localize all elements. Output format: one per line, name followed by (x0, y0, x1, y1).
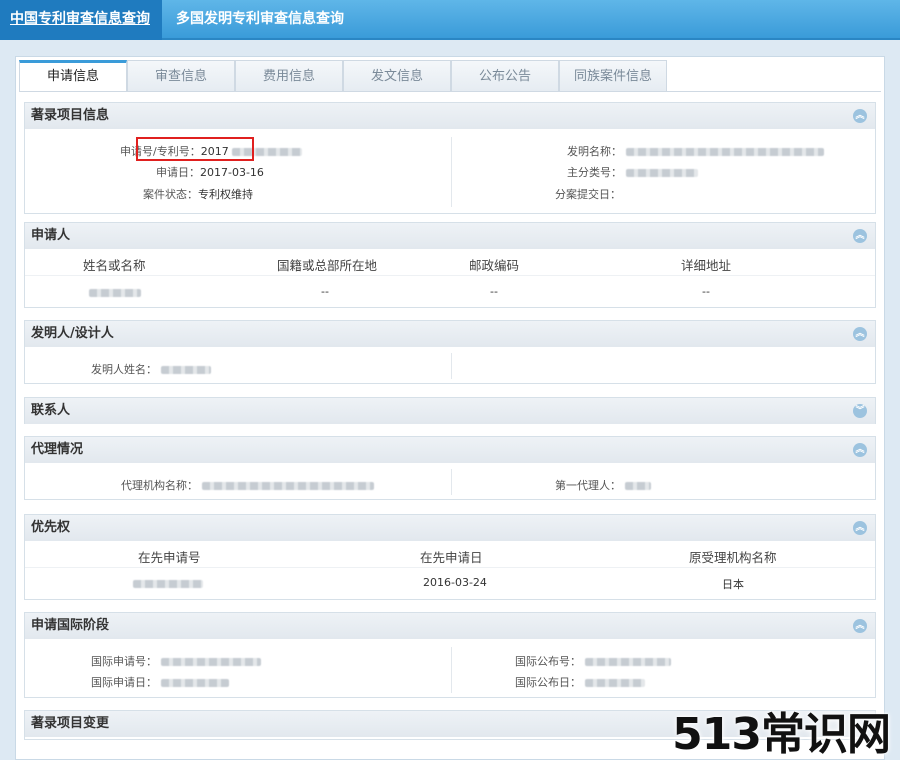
section-title: 发明人/设计人 ︽ (25, 321, 875, 347)
intl-pub-date-label: 国际公布日： (515, 676, 581, 689)
status-highlight-box (136, 137, 254, 161)
address-cell: -- (702, 285, 710, 298)
first-agent-row: 第一代理人： (555, 477, 651, 493)
section-title: 代理情况 ︽ (25, 437, 875, 463)
tab-underline (19, 91, 881, 92)
intl-app-date-label: 国际申请日： (91, 676, 157, 689)
redacted-text (584, 658, 671, 666)
section-title-text: 代理情况 (31, 442, 84, 457)
section-title-text: 著录项目变更 (31, 716, 110, 731)
app-date-label: 申请日： (156, 166, 200, 179)
chevron-up-circle-icon[interactable]: ︽ (853, 229, 867, 243)
tab-publication[interactable]: 公布公告 (451, 60, 559, 92)
col-header-address: 详细地址 (681, 258, 732, 273)
prior-app-no-cell (133, 577, 203, 590)
app-date-value: 2017-03-16 (200, 166, 264, 179)
section-title: 联系人 ︾ (25, 398, 875, 424)
section-contact: 联系人 ︾ (24, 397, 876, 424)
inventor-name-label: 发明人姓名： (91, 363, 157, 376)
section-applicant: 申请人 ︽ 姓名或名称 国籍或总部所在地 邮政编码 详细地址 -- -- -- (24, 222, 876, 308)
col-header-prior-app-no: 在先申请号 (138, 550, 201, 565)
row-divider (25, 567, 875, 568)
divisional-date-row: 分案提交日： (555, 186, 621, 202)
redacted-text (133, 580, 203, 588)
section-title-text: 申请人 (31, 228, 71, 243)
column-divider (451, 353, 452, 379)
col-header-name: 姓名或名称 (83, 258, 146, 273)
intl-pub-date-row: 国际公布日： (515, 674, 645, 690)
col-header-postcode: 邮政编码 (469, 258, 520, 273)
column-divider (451, 137, 452, 207)
status-row: 案件状态：专利权维持 (143, 186, 253, 202)
col-header-prior-app-date: 在先申请日 (420, 550, 483, 565)
section-title-text: 申请国际阶段 (31, 618, 110, 633)
row-divider (25, 275, 875, 276)
tab-examination-info[interactable]: 审查信息 (127, 60, 235, 92)
col-header-nationality: 国籍或总部所在地 (277, 258, 378, 273)
section-title-text: 著录项目信息 (31, 108, 110, 123)
applicant-name-cell (89, 286, 141, 299)
redacted-text (625, 169, 698, 177)
content-panel: 申请信息 审查信息 费用信息 发文信息 公布公告 同族案件信息 著录项目信息 ︽… (15, 56, 885, 760)
invention-name-label: 发明名称： (567, 145, 622, 158)
tab-family-cases[interactable]: 同族案件信息 (559, 60, 667, 92)
col-header-receiving-office: 原受理机构名称 (689, 550, 777, 565)
section-agency: 代理情况 ︽ 代理机构名称： 第一代理人： (24, 436, 876, 500)
section-inventor: 发明人/设计人 ︽ 发明人姓名： (24, 320, 876, 384)
tab-multinational-patent-query[interactable]: 多国发明专利审查信息查询 (166, 0, 354, 40)
column-divider (451, 469, 452, 495)
status-value: 专利权维持 (198, 188, 253, 201)
chevron-up-circle-icon[interactable]: ︽ (853, 109, 867, 123)
redacted-text (89, 289, 141, 297)
redacted-text (160, 366, 211, 374)
redacted-text (160, 679, 229, 687)
tab-fee-info[interactable]: 费用信息 (235, 60, 343, 92)
nationality-cell: -- (321, 285, 329, 298)
receiving-office-cell: 日本 (722, 578, 744, 591)
section-title-text: 联系人 (31, 403, 71, 418)
section-title: 申请人 ︽ (25, 223, 875, 249)
chevron-down-circle-icon[interactable]: ︾ (853, 404, 867, 418)
chevron-up-circle-icon[interactable]: ︽ (853, 521, 867, 535)
section-title: 优先权 ︽ (25, 515, 875, 541)
redacted-text (584, 679, 645, 687)
redacted-text (625, 148, 824, 156)
inventor-name-row: 发明人姓名： (91, 361, 211, 377)
redacted-text (160, 658, 261, 666)
intl-app-no-label: 国际申请号： (91, 655, 157, 668)
prior-app-date-cell: 2016-03-24 (423, 576, 487, 589)
invention-name-row: 发明名称： (567, 143, 824, 159)
intl-app-date-row: 国际申请日： (91, 674, 229, 690)
top-nav-bar: 中国专利审查信息查询 多国发明专利审查信息查询 (0, 0, 900, 40)
postcode-cell: -- (490, 285, 498, 298)
agency-name-row: 代理机构名称： (121, 477, 374, 493)
divisional-date-label: 分案提交日： (555, 188, 621, 201)
intl-app-no-row: 国际申请号： (91, 653, 261, 669)
tab-application-info[interactable]: 申请信息 (19, 60, 127, 92)
section-title: 著录项目信息 ︽ (25, 103, 875, 129)
section-title-text: 发明人/设计人 (31, 326, 114, 341)
agency-name-label: 代理机构名称： (121, 479, 198, 492)
site-watermark: 513常识网 (672, 709, 891, 760)
chevron-up-circle-icon[interactable]: ︽ (853, 443, 867, 457)
tab-china-patent-query[interactable]: 中国专利审查信息查询 (0, 0, 162, 40)
main-class-row: 主分类号： (567, 164, 698, 180)
section-title-text: 优先权 (31, 520, 71, 535)
chevron-up-circle-icon[interactable]: ︽ (853, 619, 867, 633)
app-date-row: 申请日：2017-03-16 (156, 164, 264, 180)
redacted-text (201, 482, 374, 490)
intl-pub-no-label: 国际公布号： (515, 655, 581, 668)
intl-pub-no-row: 国际公布号： (515, 653, 671, 669)
main-class-label: 主分类号： (567, 166, 622, 179)
status-label: 案件状态： (143, 188, 198, 201)
section-title: 申请国际阶段 ︽ (25, 613, 875, 639)
section-international-phase: 申请国际阶段 ︽ 国际申请号： 国际申请日： 国际公布号： 国际公布日： (24, 612, 876, 698)
tab-dispatch-info[interactable]: 发文信息 (343, 60, 451, 92)
redacted-text (624, 482, 651, 490)
chevron-up-circle-icon[interactable]: ︽ (853, 327, 867, 341)
first-agent-label: 第一代理人： (555, 479, 621, 492)
column-divider (451, 647, 452, 693)
section-priority: 优先权 ︽ 在先申请号 在先申请日 原受理机构名称 2016-03-24 日本 (24, 514, 876, 600)
